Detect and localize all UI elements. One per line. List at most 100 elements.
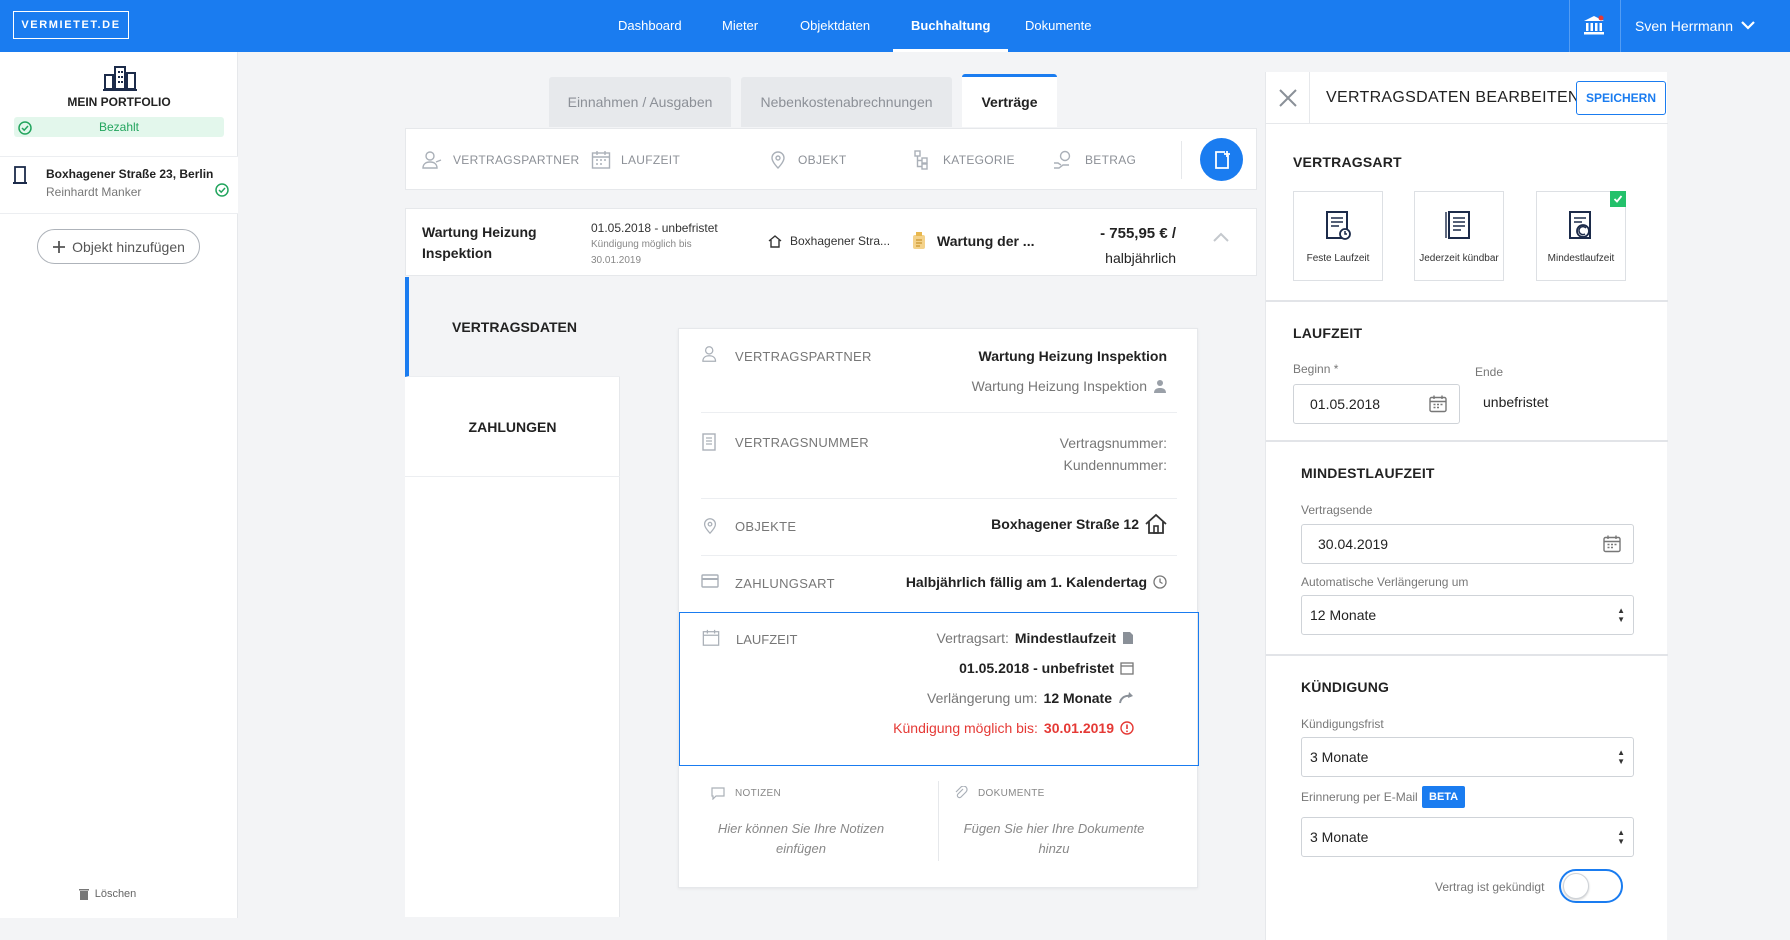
section-divider bbox=[1266, 300, 1668, 302]
add-object-button[interactable]: Objekt hinzufügen bbox=[37, 229, 200, 264]
contract-category-text: Wartung der ... bbox=[937, 233, 1035, 249]
contract-end-input[interactable]: 30.04.2019 bbox=[1301, 524, 1634, 564]
detail-nav-zahlungen[interactable]: ZAHLUNGEN bbox=[405, 377, 620, 477]
cancel-deadline: Kündigung möglich bis: 30.01.2019 bbox=[893, 720, 1134, 736]
option-label: Jederzeit kündbar bbox=[1419, 253, 1499, 264]
tab-einnahmen-ausgaben[interactable]: Einnahmen / Ausgaben bbox=[549, 77, 731, 127]
email-reminder-select[interactable]: 3 Monate ▲ ▼ bbox=[1301, 817, 1634, 857]
contract-type: Vertragsart: Mindestlaufzeit bbox=[937, 630, 1135, 646]
filter-divider bbox=[1181, 141, 1182, 179]
notice-period-select[interactable]: 3 Monate ▲ ▼ bbox=[1301, 737, 1634, 777]
section-divider bbox=[1266, 654, 1668, 656]
auto-extension-value: 12 Monate bbox=[1310, 607, 1377, 623]
tab-vertraege[interactable]: Verträge bbox=[962, 74, 1057, 127]
nav-mieter[interactable]: Mieter bbox=[722, 0, 758, 52]
documents-placeholder[interactable]: Fügen Sie hier Ihre Dokumente hinzu bbox=[949, 819, 1159, 859]
notice-period-value: 3 Monate bbox=[1310, 749, 1369, 765]
contract-end-value: 30.04.2019 bbox=[1318, 536, 1389, 552]
nav-objektdaten[interactable]: Objektdaten bbox=[800, 0, 870, 52]
cancelable-icon bbox=[1445, 209, 1473, 241]
payment-type: Halbjährlich fällig am 1. Kalendertag bbox=[906, 574, 1167, 590]
filter-bar: VERTRAGSPARTNER LAUFZEIT OBJEKT KATEGORI… bbox=[405, 128, 1257, 190]
notes-label: NOTIZEN bbox=[735, 787, 781, 799]
documents-label: DOKUMENTE bbox=[978, 787, 1045, 799]
auto-extension-select[interactable]: 12 Monate ▲ ▼ bbox=[1301, 595, 1634, 635]
add-contract-button[interactable] bbox=[1200, 138, 1243, 181]
fixed-term-icon bbox=[1324, 209, 1352, 241]
topbar-divider bbox=[1620, 0, 1621, 52]
contract-amount: - 755,95 € / halbjährlich bbox=[1100, 221, 1176, 271]
nav-dokumente[interactable]: Dokumente bbox=[1025, 0, 1091, 52]
logo[interactable]: VERMIETET.DE bbox=[13, 11, 129, 39]
begin-date-input[interactable]: 01.05.2018 bbox=[1293, 384, 1460, 424]
filter-objekt[interactable]: OBJEKT bbox=[768, 129, 846, 191]
clock-icon bbox=[1153, 575, 1167, 589]
contract-period: 01.05.2018 - unbefristet bbox=[591, 221, 718, 235]
detail-nav-vertragsdaten[interactable]: VERTRAGSDATEN bbox=[405, 277, 620, 377]
filter-vertragspartner[interactable]: VERTRAGSPARTNER bbox=[421, 129, 580, 191]
add-object-label: Objekt hinzufügen bbox=[72, 238, 185, 255]
save-button[interactable]: SPEICHERN bbox=[1576, 81, 1666, 115]
object-tenant: Reinhardt Manker bbox=[46, 185, 142, 199]
contract-period-text: 01.05.2018 - unbefristet bbox=[959, 660, 1114, 676]
option-label: Feste Laufzeit bbox=[1306, 253, 1370, 264]
handshake-icon bbox=[701, 345, 721, 363]
cancel-value: 30.01.2019 bbox=[1043, 720, 1114, 736]
filter-laufzeit[interactable]: LAUFZEIT bbox=[591, 129, 680, 191]
minimum-term-icon bbox=[1567, 209, 1595, 241]
filter-label: BETRAG bbox=[1085, 153, 1137, 167]
contract-end-label: Vertragsende bbox=[1301, 503, 1373, 517]
filter-kategorie[interactable]: KATEGORIE bbox=[913, 129, 1015, 191]
email-reminder-value: 3 Monate bbox=[1310, 829, 1369, 845]
panel-title: VERTRAGSDATEN BEARBEITEN bbox=[1326, 89, 1580, 106]
handshake-icon bbox=[421, 150, 443, 170]
delete-label: Löschen bbox=[94, 888, 137, 900]
wrench-icon bbox=[911, 231, 927, 251]
auto-extension-label: Automatische Verlängerung um bbox=[1301, 575, 1469, 589]
detail-row-vertragsnummer: VERTRAGSNUMMER Vertragsnummer: Kundennum… bbox=[701, 413, 1177, 499]
calendar-icon[interactable] bbox=[1429, 395, 1447, 413]
contract-type-option-feste-laufzeit[interactable]: Feste Laufzeit bbox=[1293, 191, 1383, 281]
topbar-divider bbox=[1569, 0, 1570, 52]
contract-type-option-jederzeit-kuendbar[interactable]: Jederzeit kündbar bbox=[1414, 191, 1504, 281]
object-value: Boxhagener Straße 12 bbox=[991, 513, 1167, 535]
contract-cancelled-toggle[interactable] bbox=[1559, 869, 1623, 903]
delete-button[interactable]: Löschen bbox=[0, 888, 215, 900]
contract-category: Wartung der ... bbox=[911, 231, 1034, 251]
detail-row-objekte: OBJEKTE Boxhagener Straße 12 bbox=[701, 499, 1177, 556]
begin-date-value: 01.05.2018 bbox=[1310, 396, 1381, 412]
alert-icon bbox=[1120, 721, 1134, 735]
user-name[interactable]: Sven Herrmann bbox=[1635, 0, 1733, 52]
calendar-icon[interactable] bbox=[1603, 535, 1621, 553]
nav-buchhaltung[interactable]: Buchhaltung bbox=[893, 0, 1009, 52]
contract-row[interactable]: Wartung Heizung Inspektion 01.05.2018 - … bbox=[405, 208, 1257, 276]
toggle-knob bbox=[1563, 873, 1589, 899]
chevron-down-icon[interactable] bbox=[1741, 20, 1755, 30]
tab-nebenkostenabrechnungen[interactable]: Nebenkostenabrechnungen bbox=[741, 77, 952, 127]
object-list-item[interactable]: Boxhagener Straße 23, Berlin Reinhardt M… bbox=[0, 156, 238, 214]
contract-type-option-mindestlaufzeit[interactable]: Mindestlaufzeit bbox=[1536, 191, 1626, 281]
credit-card-icon bbox=[701, 574, 719, 588]
select-arrows-icon: ▲ ▼ bbox=[1617, 606, 1625, 624]
plus-icon bbox=[52, 240, 66, 254]
portfolio-title: MEIN PORTFOLIO bbox=[67, 95, 171, 109]
payment-type-text: Halbjährlich fällig am 1. Kalendertag bbox=[905, 574, 1147, 590]
filter-betrag[interactable]: BETRAG bbox=[1053, 129, 1136, 191]
notes-placeholder[interactable]: Hier können Sie Ihre Notizen einfügen bbox=[701, 819, 901, 859]
notes-divider bbox=[938, 781, 939, 861]
detail-label: LAUFZEIT bbox=[736, 632, 798, 647]
location-pin-icon bbox=[768, 150, 788, 170]
section-title-mindestlaufzeit: MINDESTLAUFZEIT bbox=[1301, 465, 1435, 481]
calendar-icon bbox=[591, 150, 611, 170]
nav-dashboard[interactable]: Dashboard bbox=[618, 0, 682, 52]
contract-title: Wartung Heizung Inspektion bbox=[422, 224, 537, 261]
bank-icon[interactable] bbox=[1583, 14, 1605, 36]
select-arrows-icon: ▲ ▼ bbox=[1617, 828, 1625, 846]
close-button[interactable] bbox=[1266, 72, 1310, 124]
object-name: Boxhagener Straße 23, Berlin bbox=[46, 167, 214, 181]
chevron-up-icon[interactable] bbox=[1212, 231, 1230, 243]
amount-value: - 755,95 € / bbox=[1100, 225, 1176, 242]
notice-period-label: Kündigungsfrist bbox=[1301, 717, 1384, 731]
detail-row-laufzeit[interactable]: LAUFZEIT Vertragsart: Mindestlaufzeit 01… bbox=[679, 612, 1199, 766]
partner-contact-text: Wartung Heizung Inspektion bbox=[971, 378, 1147, 394]
